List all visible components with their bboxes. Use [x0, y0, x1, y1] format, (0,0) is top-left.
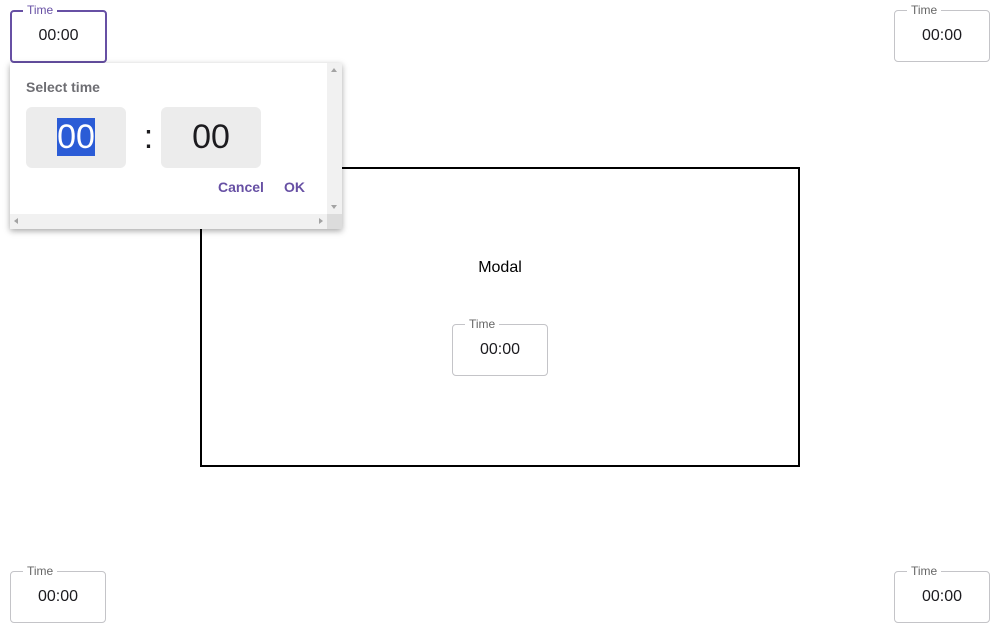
scroll-right-icon[interactable]: [319, 218, 323, 224]
time-field-value: 00:00: [921, 27, 963, 44]
time-field-label: Time: [907, 564, 942, 578]
time-field-value: 00:00: [479, 341, 521, 358]
time-field-label: Time: [907, 3, 942, 17]
hours-input[interactable]: 00: [26, 107, 126, 168]
time-picker-popup: Select time 00 : 00 Cancel OK: [10, 63, 342, 229]
time-field-label: Time: [465, 317, 500, 331]
modal-title: Modal: [478, 259, 522, 276]
time-field-top-right[interactable]: Time 00:00: [894, 3, 990, 62]
time-field-label: Time: [23, 3, 58, 17]
ok-button[interactable]: OK: [284, 179, 305, 195]
scroll-left-icon[interactable]: [14, 218, 18, 224]
cancel-button[interactable]: Cancel: [218, 179, 264, 195]
time-picker-content: Select time 00 : 00 Cancel OK: [10, 63, 327, 214]
time-field-value: 00:00: [38, 27, 79, 44]
hours-value: 00: [57, 118, 95, 156]
horizontal-scrollbar[interactable]: [10, 214, 327, 229]
time-field-bottom-left[interactable]: Time 00:00: [10, 564, 106, 623]
scroll-down-icon[interactable]: [331, 205, 337, 209]
vertical-scrollbar[interactable]: [327, 63, 342, 214]
time-separator: :: [143, 118, 154, 156]
minutes-value: 00: [192, 118, 230, 156]
time-field-value: 00:00: [921, 588, 963, 605]
time-field-bottom-right[interactable]: Time 00:00: [894, 564, 990, 623]
scroll-up-icon[interactable]: [331, 68, 337, 72]
scrollbar-corner: [327, 214, 342, 229]
time-field-label: Time: [23, 564, 58, 578]
minutes-input[interactable]: 00: [161, 107, 261, 168]
time-field-top-left[interactable]: Time 00:00: [10, 3, 107, 63]
time-field-value: 00:00: [37, 588, 79, 605]
time-field-modal[interactable]: Time 00:00: [452, 317, 548, 376]
picker-heading: Select time: [26, 79, 100, 95]
